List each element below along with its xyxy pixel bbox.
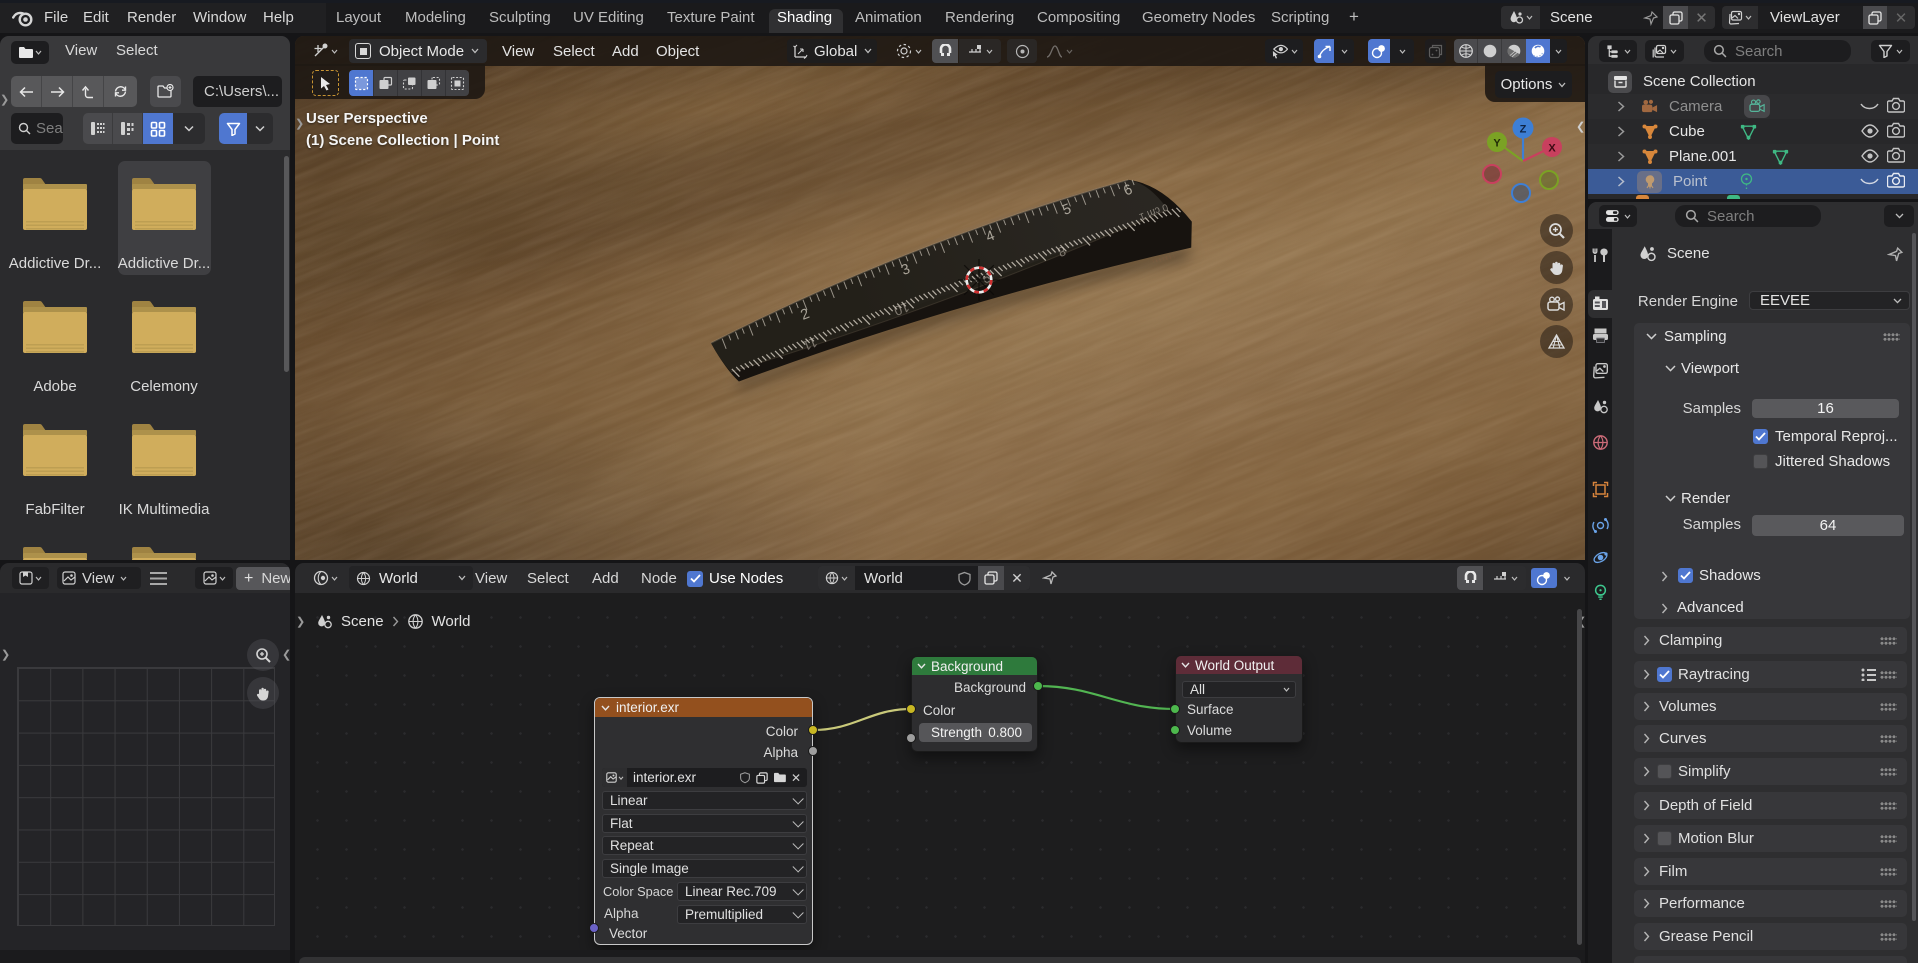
svg-text:X: X <box>1548 143 1556 155</box>
svg-text:Z: Z <box>1520 124 1527 136</box>
svg-text:Y: Y <box>1493 138 1501 150</box>
